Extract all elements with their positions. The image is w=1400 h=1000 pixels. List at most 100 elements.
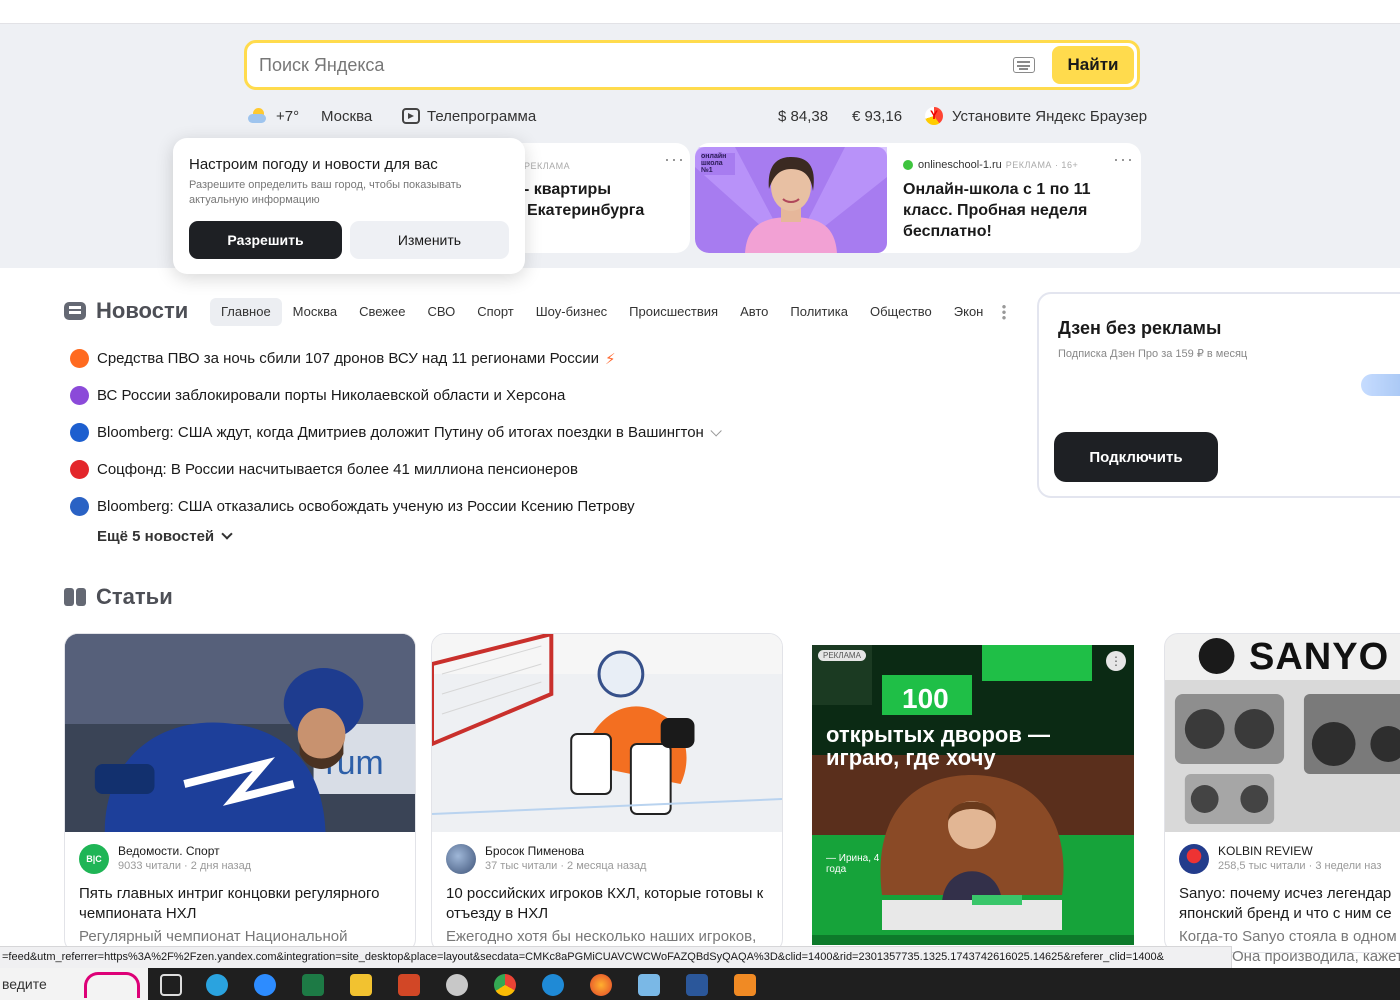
more-tabs-icon[interactable]	[1002, 304, 1007, 320]
word-icon[interactable]	[686, 974, 708, 996]
article-title: Пять главных интриг концовки регулярного…	[79, 885, 380, 922]
chevron-down-icon	[221, 528, 233, 540]
edge-icon[interactable]	[542, 974, 564, 996]
chevron-down-icon[interactable]	[710, 424, 722, 437]
task-view-icon[interactable]	[160, 974, 182, 996]
news-item[interactable]: Средства ПВО за ночь сбили 107 дронов ВС…	[70, 340, 718, 377]
news-headline: Bloomberg: США ждут, когда Дмитриев доло…	[97, 424, 704, 441]
taskbar-search[interactable]: ведите	[0, 968, 148, 1000]
articles-title: Статьи	[96, 584, 173, 609]
personalize-popup: Настроим погоду и новости для вас Разреш…	[173, 138, 525, 274]
dzen-title: Дзен без рекламы	[1058, 318, 1222, 338]
tab-main[interactable]: Главное	[210, 298, 282, 326]
ad-headline-number: 100	[902, 683, 949, 714]
news-item[interactable]: Соцфонд: В России насчитывается более 41…	[70, 451, 718, 488]
news-headline: Bloomberg: США отказались освобождать уч…	[97, 498, 635, 515]
app-icon[interactable]	[446, 974, 468, 996]
tab-fresh[interactable]: Свежее	[348, 298, 416, 326]
firefox-icon[interactable]	[590, 974, 612, 996]
news-icon	[64, 300, 88, 322]
articles-header[interactable]: Статьи	[64, 584, 173, 610]
news-item[interactable]: ВС России заблокировали порты Николаевск…	[70, 377, 718, 414]
ad-source-dot-icon	[903, 160, 913, 170]
news-headline: Соцфонд: В России насчитывается более 41…	[97, 461, 578, 478]
source-logo-icon	[70, 460, 89, 479]
ad-school-source: onlineschool-1.ru РЕКЛАМА · 16+	[903, 159, 1078, 171]
article-source: KOLBIN REVIEW	[1218, 844, 1313, 858]
ad-card-courtyards[interactable]: РЕКЛАМА ⋮ 100 открытых дворов — играю, г…	[812, 645, 1134, 945]
browser-status-url: =feed&utm_referrer=https%3A%2F%2Fzen.yan…	[0, 946, 1232, 968]
more-options-icon[interactable]: ⋮	[1106, 651, 1126, 671]
eur-rate[interactable]: € 93,16	[852, 104, 902, 128]
news-title: Новости	[96, 298, 189, 323]
tab-sport[interactable]: Спорт	[466, 298, 525, 326]
browser-promo-link[interactable]: Y Установите Яндекс Браузер	[924, 104, 1147, 128]
ad-headline: открытых дворов — играю, где хочу	[826, 722, 1050, 770]
more-news-button[interactable]: Ещё 5 новостей	[97, 528, 233, 545]
ad-card-online-school[interactable]: онлайн школа №1 onlineschool-1.ru РЕКЛАМ…	[695, 143, 1141, 253]
dzen-subscribe-button[interactable]: Подключить	[1054, 432, 1218, 482]
tv-icon	[402, 108, 420, 124]
ad-card-flats[interactable]: РЕКЛАМА - квартиры Екатеринбурга ···	[500, 143, 690, 253]
sanyo-brand: SANYO	[1249, 636, 1390, 678]
tab-svo[interactable]: СВО	[416, 298, 466, 326]
article-snippet-overflow: Она производила, кажет	[1232, 948, 1400, 965]
city-label: Москва	[321, 107, 373, 125]
tab-showbiz[interactable]: Шоу-бизнес	[525, 298, 618, 326]
source-logo-icon	[70, 386, 89, 405]
article-snippet: Ежегодно хотя бы несколько наших игроков…	[446, 928, 757, 945]
ad-caption: — Ирина, 4 года	[826, 853, 880, 875]
news-item[interactable]: Bloomberg: США отказались освобождать уч…	[70, 488, 718, 525]
eur-value: € 93,16	[852, 107, 903, 125]
file-explorer-icon[interactable]	[350, 974, 372, 996]
change-button[interactable]: Изменить	[350, 221, 509, 259]
more-options-icon[interactable]: ···	[1113, 150, 1134, 168]
source-avatar: B|C	[79, 844, 109, 874]
app-icon[interactable]	[734, 974, 756, 996]
search-button[interactable]: Найти	[1052, 46, 1134, 84]
dzen-promo-card: Дзен без рекламы Подписка Дзен Про за 15…	[1037, 292, 1400, 498]
powerpoint-icon[interactable]	[398, 974, 420, 996]
ad-label: РЕКЛАМА · 16+	[1005, 160, 1079, 170]
tab-society[interactable]: Общество	[859, 298, 943, 326]
news-item[interactable]: Bloomberg: США ждут, когда Дмитриев доло…	[70, 414, 722, 451]
article-title: Sanyo: почему исчез легендар японский бр…	[1179, 885, 1392, 922]
search-highlight-icon	[84, 972, 140, 998]
article-meta: Бросок Пименова 37 тыс читали · 2 месяца…	[446, 844, 646, 874]
more-options-icon[interactable]: ···	[664, 150, 685, 168]
excel-icon[interactable]	[302, 974, 324, 996]
weather-widget[interactable]: +7°	[248, 104, 299, 128]
zoom-icon[interactable]	[254, 974, 276, 996]
article-meta: KOLBIN REVIEW 258,5 тыс читали · 3 недел…	[1179, 844, 1381, 874]
ad-label: РЕКЛАМА	[524, 161, 571, 171]
search-input[interactable]	[259, 43, 999, 87]
app-icon[interactable]	[638, 974, 660, 996]
taskbar-search-text: ведите	[2, 976, 47, 992]
allow-button[interactable]: Разрешить	[189, 221, 342, 259]
tab-economy[interactable]: Экон	[943, 298, 995, 326]
tab-moscow[interactable]: Москва	[282, 298, 348, 326]
keyboard-icon[interactable]	[1013, 57, 1035, 73]
dzen-subtitle: Подписка Дзен Про за 159 ₽ в месяц	[1058, 348, 1248, 360]
dzen-decoration	[1361, 374, 1400, 396]
ad-title-line2: Екатеринбурга	[527, 202, 645, 219]
article-card[interactable]: Бросок Пименова 37 тыс читали · 2 месяца…	[431, 633, 783, 953]
source-logo-icon	[70, 497, 89, 516]
tv-program-link[interactable]: Телепрограмма	[402, 104, 536, 128]
yandex-browser-icon: Y	[924, 106, 944, 126]
telegram-icon[interactable]	[206, 974, 228, 996]
usd-rate[interactable]: $ 84,38	[778, 104, 828, 128]
article-image-hockey-player: rum	[65, 634, 415, 832]
tab-auto[interactable]: Авто	[729, 298, 779, 326]
news-header[interactable]: Новости	[64, 298, 188, 324]
chrome-icon[interactable]	[494, 974, 516, 996]
article-snippet: Когда-то Sanyo стояла в одном	[1179, 928, 1397, 945]
city-link[interactable]: Москва	[321, 104, 372, 128]
tab-politics[interactable]: Политика	[779, 298, 859, 326]
popup-text: Разрешите определить ваш город, чтобы по…	[189, 179, 462, 206]
article-card[interactable]: rum B|C Ведомости. Спорт 9033 читали · 2…	[64, 633, 416, 953]
source-logo-icon	[70, 423, 89, 442]
popup-title: Настроим погоду и новости для вас	[189, 156, 438, 173]
tab-incidents[interactable]: Происшествия	[618, 298, 729, 326]
article-card[interactable]: SANYO KOLBIN REVIEW 258,5 тыс читали · 3…	[1164, 633, 1400, 953]
